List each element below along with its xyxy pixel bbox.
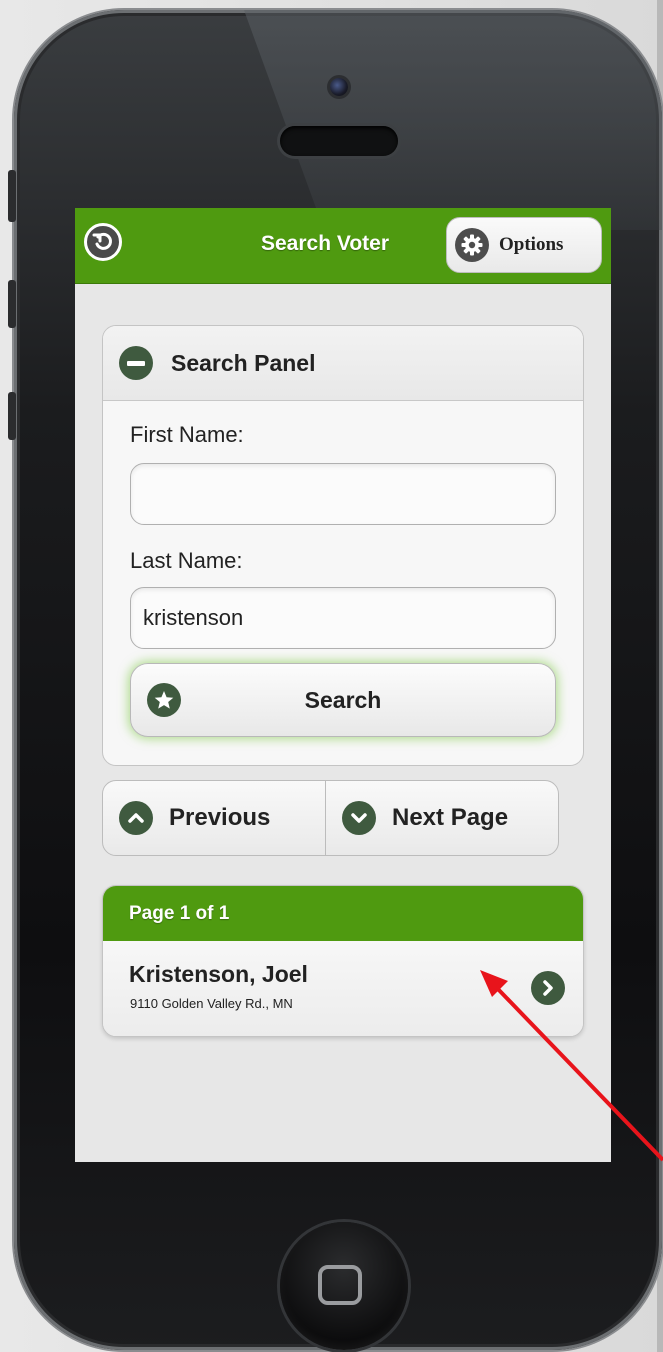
- next-page-label: Next Page: [392, 804, 509, 831]
- search-button[interactable]: Search: [130, 663, 556, 737]
- last-name-label: Last Name:: [130, 548, 243, 573]
- result-address: 9110 Golden Valley Rd., MN: [130, 996, 293, 1011]
- chevron-down-icon: [342, 801, 376, 835]
- options-button[interactable]: Options: [446, 217, 602, 273]
- search-panel-title: Search Panel: [171, 349, 316, 376]
- results-list: Page 1 of 1 Kristenson, Joel 9110 Golden…: [102, 885, 584, 1037]
- volume-down-button: [8, 392, 16, 440]
- list-item[interactable]: Kristenson, Joel 9110 Golden Valley Rd.,…: [103, 941, 583, 1036]
- back-icon: [92, 232, 112, 250]
- phone-sheen: [243, 10, 662, 230]
- pager: Previous Next Page: [102, 780, 559, 856]
- earpiece-speaker: [280, 126, 398, 156]
- page-title: Search Voter: [261, 232, 389, 255]
- options-label: Options: [499, 234, 564, 255]
- first-name-input[interactable]: [130, 463, 556, 525]
- home-square-icon: [318, 1265, 362, 1305]
- previous-button[interactable]: Previous: [103, 781, 326, 855]
- phone-screen: Search Voter Options Search Panel First …: [75, 208, 611, 1162]
- app-header: Search Voter Options: [75, 208, 611, 284]
- first-name-label: First Name:: [130, 422, 244, 447]
- search-panel-header[interactable]: Search Panel: [103, 326, 583, 401]
- front-camera: [330, 78, 348, 96]
- next-page-button[interactable]: Next Page: [326, 781, 558, 855]
- gear-icon: [455, 228, 489, 262]
- search-button-label: Search: [304, 686, 382, 713]
- volume-up-button: [8, 280, 16, 328]
- chevron-up-icon: [119, 801, 153, 835]
- mute-switch: [8, 170, 16, 222]
- minus-icon: [119, 346, 153, 380]
- last-name-input[interactable]: [130, 587, 556, 649]
- back-button[interactable]: [84, 223, 122, 261]
- previous-label: Previous: [169, 804, 271, 831]
- search-panel: Search Panel First Name: Last Name: Sear…: [102, 325, 584, 766]
- results-page-label: Page 1 of 1: [103, 886, 583, 941]
- result-name: Kristenson, Joel: [129, 961, 308, 987]
- chevron-right-icon: [531, 971, 565, 1005]
